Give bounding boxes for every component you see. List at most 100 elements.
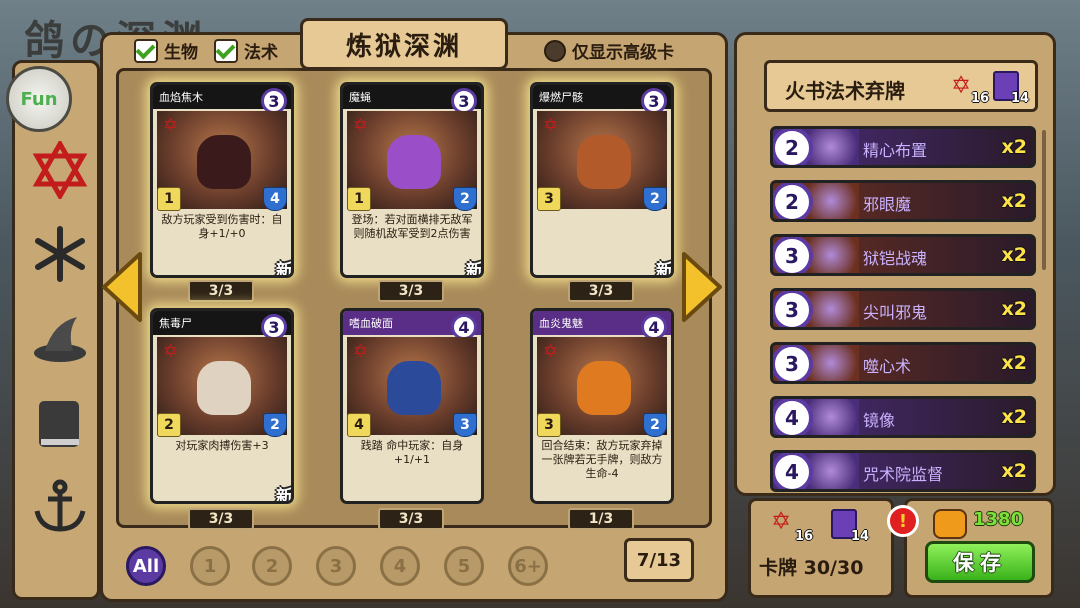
next-page-arrow-icon[interactable] (680, 250, 724, 324)
creature-portrait (387, 135, 441, 189)
stats-book-count: 14 (851, 529, 870, 544)
filter-creature[interactable]: 生物 (134, 38, 198, 63)
cost-filter-2-button[interactable]: 2 (252, 546, 292, 586)
deck-header[interactable]: 火书法术弃牌 ✡ 16 14 (764, 60, 1038, 112)
deck-entry-multiplier: x2 (1001, 190, 1027, 212)
filter-spell[interactable]: 法术 (214, 38, 278, 63)
deck-entry[interactable]: 2 精心布置 x2 (770, 126, 1036, 168)
creature-portrait (197, 361, 251, 415)
deck-stats: ✡ 16 14 卡牌 30/30 (748, 498, 894, 598)
deck-entry[interactable]: 4 镜像 x2 (770, 396, 1036, 438)
card-slot[interactable]: 血焰焦木 3 ✡ 1 4 敌方玩家受到伤害时：自身+1/+0 新 (150, 82, 298, 278)
faction-hexagram-icon[interactable] (28, 138, 92, 202)
card-health: 3 (453, 413, 477, 437)
card-owned-count: 3/3 (568, 280, 634, 302)
card-attack: 4 (347, 413, 371, 437)
faction-book-icon[interactable] (28, 392, 92, 456)
card-health: 2 (453, 187, 477, 211)
deck-hex-count: 16 (971, 91, 990, 106)
card[interactable]: 焦毒尸 3 ✡ 2 2 对玩家肉搏伤害+3 新 (150, 308, 294, 504)
card[interactable]: 嗜血破面 4 ✡ 4 3 践踏 命中玩家：自身+1/+1 (340, 308, 484, 504)
card[interactable]: 爆燃尸骸 3 ✡ 3 2 新 (530, 82, 674, 278)
cost-filter-all-button[interactable]: All (126, 546, 166, 586)
card[interactable]: 魔蝇 3 ✡ 1 2 登场：若对面横排无敌军则随机敌军受到2点伤害新 (340, 82, 484, 278)
faction-anchor-icon[interactable] (28, 474, 92, 538)
deck-entry-multiplier: x2 (1001, 406, 1027, 428)
stats-hex-count: 16 (795, 529, 814, 544)
hexagram-icon: ✡ (353, 115, 369, 136)
deck-entry[interactable]: 3 狱铠战魂 x2 (770, 234, 1036, 276)
save-area: ! 1380 保存 (887, 498, 1054, 598)
card-name: 爆燃尸骸 (539, 91, 583, 104)
deck-entry-multiplier: x2 (1001, 298, 1027, 320)
card-health: 2 (643, 187, 667, 211)
prev-page-arrow-icon[interactable] (100, 250, 144, 324)
deck-entry[interactable]: 3 尖叫邪鬼 x2 (770, 288, 1036, 330)
card-description: 登场：若对面横排无敌军则随机敌军受到2点伤害 (351, 213, 473, 240)
new-badge: 新 (276, 261, 293, 278)
deck-entry-multiplier: x2 (1001, 352, 1027, 374)
deck-entry-name: 精心布置 (863, 141, 928, 160)
card-description: 践踏 命中玩家：自身+1/+1 (360, 439, 464, 466)
card-name: 血焰焦木 (159, 91, 203, 104)
deck-entry-cost: 2 (773, 183, 813, 219)
card-name: 焦毒尸 (159, 317, 192, 330)
deck-entry-cost: 4 (773, 399, 813, 435)
deck-scrollbar[interactable] (1042, 130, 1046, 270)
spell-label: 法术 (244, 43, 278, 63)
deck-entry[interactable]: 2 邪眼魔 x2 (770, 180, 1036, 222)
card-health: 2 (643, 413, 667, 437)
faction-snowflake-icon[interactable] (28, 222, 92, 286)
deck-entry-multiplier: x2 (1001, 136, 1027, 158)
deck-entry[interactable]: 3 噬心术 x2 (770, 342, 1036, 384)
creature-label: 生物 (164, 43, 198, 63)
card-slot[interactable]: 焦毒尸 3 ✡ 2 2 对玩家肉搏伤害+3 新 (150, 308, 298, 504)
cost-filter-4-button[interactable]: 4 (380, 546, 420, 586)
creature-portrait (197, 135, 251, 189)
hexagram-icon: ✡ (543, 341, 559, 362)
card-description: 对玩家肉搏伤害+3 (175, 439, 269, 452)
card-slot[interactable]: 嗜血破面 4 ✡ 4 3 践踏 命中玩家：自身+1/+1 (340, 308, 488, 504)
card-attack: 3 (537, 187, 561, 211)
card-slot[interactable]: 爆燃尸骸 3 ✡ 3 2 新 (530, 82, 678, 278)
card-owned-count: 3/3 (378, 508, 444, 530)
save-button[interactable]: 保存 (925, 541, 1035, 583)
creature-checkbox[interactable] (134, 38, 158, 63)
faction-hat-icon[interactable] (28, 306, 92, 370)
deck-entry-multiplier: x2 (1001, 244, 1027, 266)
card-health: 2 (263, 413, 287, 437)
card-name: 魔蝇 (349, 91, 371, 104)
deck-entry-name: 镜像 (863, 411, 896, 430)
cost-filter-6plus-button[interactable]: 6+ (508, 546, 548, 586)
card-description: 敌方玩家受到伤害时：自身+1/+0 (161, 213, 283, 240)
new-badge: 新 (656, 261, 673, 278)
deck-book-count: 14 (1011, 91, 1030, 106)
card[interactable]: 血焰焦木 3 ✡ 1 4 敌方玩家受到伤害时：自身+1/+0 新 (150, 82, 294, 278)
card-slot[interactable]: 血炎鬼魅 4 ✡ 3 2 回合结束：敌方玩家弃掉一张牌若无手牌，则敌方生命-4 (530, 308, 678, 504)
card-attack: 1 (157, 187, 181, 211)
fist-icon (933, 509, 967, 539)
cost-filter-1-button[interactable]: 1 (190, 546, 230, 586)
hexagram-icon: ✡ (163, 341, 179, 362)
spell-checkbox[interactable] (214, 38, 238, 63)
card-owned-count: 3/3 (378, 280, 444, 302)
card[interactable]: 血炎鬼魅 4 ✡ 3 2 回合结束：敌方玩家弃掉一张牌若无手牌，则敌方生命-4 (530, 308, 674, 504)
card-slot[interactable]: 魔蝇 3 ✡ 1 2 登场：若对面横排无敌军则随机敌军受到2点伤害新 (340, 82, 488, 278)
card-owned-count: 3/3 (188, 280, 254, 302)
gold-amount: 1380 (973, 509, 1024, 530)
cost-filter-5-button[interactable]: 5 (444, 546, 484, 586)
card-name: 血炎鬼魅 (539, 317, 583, 330)
deck-entry-cost: 4 (773, 453, 813, 489)
warning-icon[interactable]: ! (887, 505, 919, 537)
page-count: 7/13 (624, 538, 694, 582)
deck-entry-cost: 2 (773, 129, 813, 165)
deck-entry-name: 尖叫邪鬼 (863, 303, 928, 322)
filter-advanced-only[interactable]: 仅显示高级卡 (544, 38, 674, 63)
card-description: 回合结束：敌方玩家弃掉一张牌若无手牌，则敌方生命-4 (541, 439, 663, 480)
deck-entry[interactable]: 4 咒术院监督 x2 (770, 450, 1036, 492)
creature-portrait (387, 361, 441, 415)
advanced-only-radio[interactable] (544, 39, 566, 62)
cost-filter-3-button[interactable]: 3 (316, 546, 356, 586)
deck-entry-name: 狱铠战魂 (863, 249, 928, 268)
fun-logo[interactable]: Fun (6, 66, 72, 132)
